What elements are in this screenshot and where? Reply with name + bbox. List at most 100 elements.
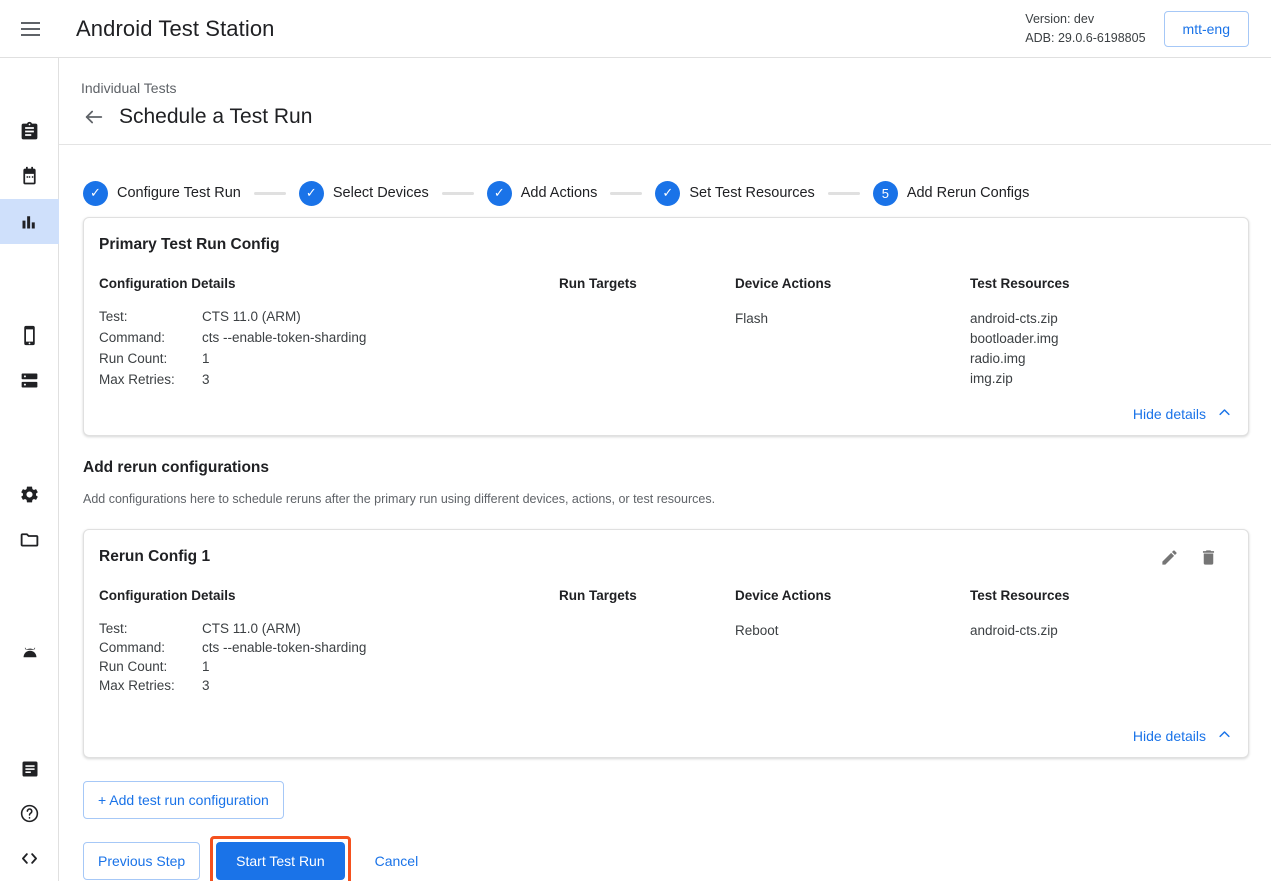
sidebar-item-help[interactable] bbox=[0, 791, 59, 836]
primary-config-grid: Configuration Details Run Targets Device… bbox=[99, 276, 1226, 389]
rerun-config-test-resources: android-cts.zip bbox=[970, 621, 1226, 693]
hamburger-menu-icon[interactable] bbox=[6, 5, 54, 53]
phone-icon bbox=[19, 325, 40, 346]
detail-value: cts --enable-token-sharding bbox=[202, 330, 559, 347]
rerun-section-description: Add configurations here to schedule reru… bbox=[83, 492, 1271, 506]
arrow-left-icon[interactable] bbox=[81, 104, 107, 130]
start-test-run-highlight: Start Test Run bbox=[210, 836, 350, 881]
topbar-right-group: Version: dev ADB: 29.0.6-6198805 mtt-eng bbox=[1025, 10, 1271, 46]
previous-step-button[interactable]: Previous Step bbox=[83, 842, 200, 880]
breadcrumb: Individual Tests bbox=[81, 80, 1271, 96]
version-info: Version: dev ADB: 29.0.6-6198805 bbox=[1025, 10, 1145, 46]
step-marker: ✓ bbox=[299, 181, 324, 206]
step-select-devices[interactable]: ✓ Select Devices bbox=[299, 181, 429, 206]
column-header-device-actions: Device Actions bbox=[735, 588, 970, 621]
column-header-test-resources: Test Resources bbox=[970, 276, 1226, 309]
server-icon bbox=[19, 370, 40, 391]
code-icon bbox=[19, 848, 40, 869]
column-header-device-actions: Device Actions bbox=[735, 276, 970, 309]
sidebar-item-test-runs[interactable] bbox=[0, 154, 59, 199]
step-label: Add Actions bbox=[521, 185, 598, 201]
sidebar-item-settings[interactable] bbox=[0, 472, 59, 517]
cancel-button[interactable]: Cancel bbox=[361, 843, 433, 879]
account-chip-button[interactable]: mtt-eng bbox=[1164, 11, 1249, 47]
step-label: Add Rerun Configs bbox=[907, 185, 1030, 201]
page-header: Individual Tests Schedule a Test Run bbox=[59, 58, 1271, 145]
version-line: Version: dev bbox=[1025, 10, 1145, 28]
step-connector bbox=[610, 192, 642, 195]
rerun-section-title: Add rerun configurations bbox=[83, 459, 1271, 477]
step-add-rerun-configs[interactable]: 5 Add Rerun Configs bbox=[873, 181, 1030, 206]
pencil-icon[interactable] bbox=[1160, 548, 1179, 567]
footer-actions-row: Previous Step Start Test Run Cancel bbox=[83, 836, 1271, 881]
detail-key: Command: bbox=[99, 640, 202, 655]
top-app-bar: Android Test Station Version: dev ADB: 2… bbox=[0, 0, 1271, 58]
android-icon bbox=[19, 643, 41, 665]
folder-icon bbox=[19, 529, 40, 550]
primary-config-test-resources: android-cts.zip bootloader.img radio.img… bbox=[970, 309, 1226, 389]
detail-value: 1 bbox=[202, 351, 559, 368]
step-label: Select Devices bbox=[333, 185, 429, 201]
column-header-run-targets: Run Targets bbox=[559, 588, 735, 621]
rerun-config-title-row: Rerun Config 1 bbox=[99, 548, 1226, 588]
test-resource-item: bootloader.img bbox=[970, 329, 1226, 349]
add-test-run-configuration-button[interactable]: + Add test run configuration bbox=[83, 781, 284, 819]
sidebar-item-notes[interactable] bbox=[0, 746, 59, 791]
add-config-row: + Add test run configuration bbox=[83, 781, 1271, 819]
sidebar-item-developer-tools[interactable] bbox=[0, 836, 59, 881]
rerun-config-details-bar: Hide details bbox=[84, 705, 1248, 757]
detail-key: Max Retries: bbox=[99, 372, 202, 389]
rerun-hide-details-toggle[interactable]: Hide details bbox=[1133, 727, 1232, 745]
step-set-test-resources[interactable]: ✓ Set Test Resources bbox=[655, 181, 814, 206]
app-title: Android Test Station bbox=[76, 16, 275, 42]
step-marker: ✓ bbox=[655, 181, 680, 206]
sidebar-item-test-suites[interactable] bbox=[0, 109, 59, 154]
primary-hide-details-toggle[interactable]: Hide details bbox=[1133, 405, 1232, 423]
column-header-test-resources: Test Resources bbox=[970, 588, 1226, 621]
primary-config-details: Test: CTS 11.0 (ARM) Command: cts --enab… bbox=[99, 309, 559, 389]
trash-icon[interactable] bbox=[1199, 548, 1218, 567]
detail-value: cts --enable-token-sharding bbox=[202, 640, 559, 655]
detail-value: 1 bbox=[202, 659, 559, 674]
column-header-configuration-details: Configuration Details bbox=[99, 588, 559, 621]
stepper: ✓ Configure Test Run ✓ Select Devices ✓ … bbox=[59, 145, 1271, 217]
device-action-item: Flash bbox=[735, 309, 970, 329]
detail-value: CTS 11.0 (ARM) bbox=[202, 309, 559, 326]
chevron-up-icon bbox=[1217, 727, 1232, 745]
sidebar-item-devices[interactable] bbox=[0, 313, 59, 358]
sidebar-item-hosts[interactable] bbox=[0, 358, 59, 403]
primary-config-body: Primary Test Run Config Configuration De… bbox=[84, 218, 1248, 401]
left-nav-rail bbox=[0, 58, 59, 881]
hide-details-label: Hide details bbox=[1133, 728, 1206, 744]
step-marker: ✓ bbox=[487, 181, 512, 206]
detail-value: CTS 11.0 (ARM) bbox=[202, 621, 559, 636]
primary-config-details-bar: Hide details bbox=[84, 401, 1248, 435]
detail-key: Run Count: bbox=[99, 351, 202, 368]
column-header-configuration-details: Configuration Details bbox=[99, 276, 559, 309]
primary-config-title-row: Primary Test Run Config bbox=[99, 236, 1226, 276]
detail-key: Run Count: bbox=[99, 659, 202, 674]
rerun-config-1-card: Rerun Config 1 Configuration Details Run… bbox=[83, 529, 1249, 758]
sidebar-item-android[interactable] bbox=[0, 631, 59, 676]
rerun-config-body: Rerun Config 1 Configuration Details Run… bbox=[84, 530, 1248, 705]
primary-test-run-config-card: Primary Test Run Config Configuration De… bbox=[83, 217, 1249, 436]
test-resource-item: img.zip bbox=[970, 369, 1226, 389]
step-label: Configure Test Run bbox=[117, 185, 241, 201]
test-resource-item: android-cts.zip bbox=[970, 621, 1226, 641]
step-marker: 5 bbox=[873, 181, 898, 206]
sidebar-item-results[interactable] bbox=[0, 199, 59, 244]
step-connector bbox=[828, 192, 860, 195]
page-title-row: Schedule a Test Run bbox=[81, 104, 1271, 130]
device-action-item: Reboot bbox=[735, 621, 970, 641]
main-content: Individual Tests Schedule a Test Run ✓ C… bbox=[59, 58, 1271, 881]
step-configure-test-run[interactable]: ✓ Configure Test Run bbox=[83, 181, 241, 206]
bar-chart-icon bbox=[19, 211, 40, 232]
rerun-config-run-targets bbox=[559, 621, 735, 693]
test-resource-item: android-cts.zip bbox=[970, 309, 1226, 329]
sidebar-item-file-browser[interactable] bbox=[0, 517, 59, 562]
detail-value: 3 bbox=[202, 372, 559, 389]
step-add-actions[interactable]: ✓ Add Actions bbox=[487, 181, 598, 206]
test-resource-item: radio.img bbox=[970, 349, 1226, 369]
start-test-run-button[interactable]: Start Test Run bbox=[216, 842, 344, 880]
adb-line: ADB: 29.0.6-6198805 bbox=[1025, 29, 1145, 47]
